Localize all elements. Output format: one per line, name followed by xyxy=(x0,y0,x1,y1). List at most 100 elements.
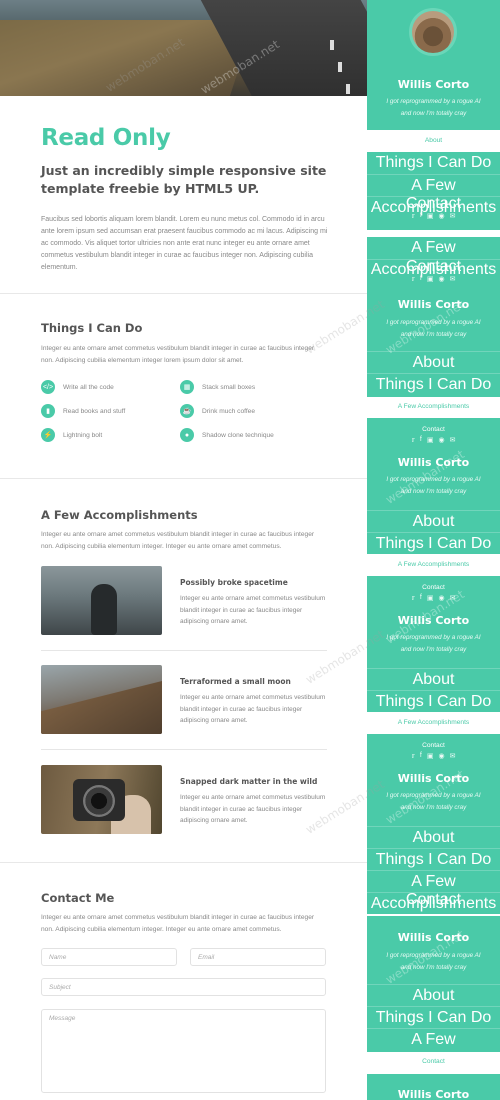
nav-item-things[interactable]: Things I Can Do xyxy=(367,152,500,174)
twitter-icon[interactable]: 𝕣 xyxy=(412,212,415,220)
email-field[interactable] xyxy=(190,948,326,966)
email-icon[interactable]: ✉ xyxy=(450,594,456,602)
nav-item-accomplishments[interactable]: A Few Accomplishments xyxy=(367,1028,500,1050)
instagram-icon[interactable]: ▣ xyxy=(427,436,434,444)
main-content: Read Only Just an incredibly simple resp… xyxy=(0,0,367,1100)
email-icon[interactable]: ✉ xyxy=(450,275,456,283)
intro-section: Read Only Just an incredibly simple resp… xyxy=(41,124,331,274)
nav-item-accomplishments[interactable]: A Few Accomplishments xyxy=(367,403,500,410)
nav-item-things[interactable]: Things I Can Do xyxy=(367,532,500,554)
nav-item-about[interactable]: About xyxy=(367,130,500,152)
nav-item-things[interactable]: Things I Can Do xyxy=(367,848,500,870)
page-title: Read Only xyxy=(41,125,171,151)
list-item: Possibly broke spacetime Integer eu ante… xyxy=(41,566,327,636)
sidebar-nav: Things I Can Do A Few Accomplishments Co… xyxy=(367,152,500,230)
code-icon: </> xyxy=(41,380,55,394)
social-icons: 𝕣 f ▣ ◉ ✉ xyxy=(367,752,500,760)
nav-item-contact[interactable]: Contact xyxy=(367,259,500,275)
contact-title: Contact Me xyxy=(41,891,115,905)
facebook-icon[interactable]: f xyxy=(420,436,422,444)
facebook-icon[interactable]: f xyxy=(420,752,422,760)
accomplishment-title: Terraformed a small moon xyxy=(180,677,291,686)
nav-item-about[interactable]: About xyxy=(367,826,500,848)
sidebar-panel: A Few Accomplishments Contact 𝕣 f ▣ ◉ ✉ … xyxy=(367,237,500,397)
nav-item-accomplishments[interactable]: A Few Accomplishments xyxy=(367,237,500,278)
skill-label: Shadow clone technique xyxy=(202,431,274,439)
profile-tagline: I got reprogrammed by a rogue AI and now… xyxy=(386,792,481,811)
nav-item-about[interactable]: About xyxy=(367,351,500,373)
message-field[interactable] xyxy=(41,1009,326,1093)
subject-field[interactable] xyxy=(41,978,326,996)
profile-tagline: I got reprogrammed by a rogue AI and now… xyxy=(386,319,481,338)
nav-item-accomplishments[interactable]: A Few Accomplishments xyxy=(367,719,500,726)
instagram-icon[interactable]: ▣ xyxy=(427,212,434,220)
nav-item-about[interactable]: About xyxy=(367,668,500,690)
nav-item-contact[interactable]: Contact xyxy=(367,584,500,591)
item-divider xyxy=(41,749,327,750)
list-item: ☕ Drink much coffee xyxy=(180,404,255,418)
nav-item-about[interactable]: About xyxy=(367,510,500,532)
profile-name: Willis Corto xyxy=(397,298,470,311)
profile-name: Willis Corto xyxy=(397,1088,470,1100)
instagram-icon[interactable]: ▣ xyxy=(427,594,434,602)
github-icon[interactable]: ◉ xyxy=(438,275,444,283)
skill-label: Stack small boxes xyxy=(202,383,256,391)
profile-name: Willis Corto xyxy=(397,456,470,469)
item-divider xyxy=(41,650,327,651)
twitter-icon[interactable]: 𝕣 xyxy=(412,275,415,283)
nav-item-contact[interactable]: Contact xyxy=(367,1058,500,1065)
nav-item-contact[interactable]: Contact xyxy=(367,196,500,212)
nav-item-contact[interactable]: Contact xyxy=(367,742,500,749)
facebook-icon[interactable]: f xyxy=(420,594,422,602)
email-icon[interactable]: ✉ xyxy=(450,752,456,760)
github-icon[interactable]: ◉ xyxy=(438,436,444,444)
social-icons: 𝕣 f ▣ ◉ ✉ xyxy=(367,275,500,283)
nav-item-about[interactable]: About xyxy=(367,984,500,1006)
email-icon[interactable]: ✉ xyxy=(450,436,456,444)
coffee-icon: ☕ xyxy=(180,404,194,418)
intro-text: Faucibus sed lobortis aliquam lorem blan… xyxy=(41,216,328,271)
github-icon[interactable]: ◉ xyxy=(438,212,444,220)
accomplishment-image xyxy=(41,665,162,734)
sidebar-header: Willis Corto I got reprogrammed by a rog… xyxy=(367,0,500,130)
profile-tagline: I got reprogrammed by a rogue AI and now… xyxy=(386,952,481,971)
nav-item-accomplishments[interactable]: A Few Accomplishments xyxy=(367,561,500,568)
sidebar-panel: Contact 𝕣 f ▣ ◉ ✉ Willis Corto I got rep… xyxy=(367,418,500,554)
accomplishments-text: Integer eu ante ornare amet commetus ves… xyxy=(41,531,315,550)
users-icon: ● xyxy=(180,428,194,442)
nav-item-things[interactable]: Things I Can Do xyxy=(367,690,500,712)
nav-item-accomplishments[interactable]: A Few Accomplishments xyxy=(367,174,500,216)
accomplishment-image xyxy=(41,566,162,635)
twitter-icon[interactable]: 𝕣 xyxy=(412,594,415,602)
cubes-icon: ▦ xyxy=(180,380,194,394)
email-icon[interactable]: ✉ xyxy=(450,212,456,220)
skills-text: Integer eu ante ornare amet commetus ves… xyxy=(41,345,315,364)
skill-label: Drink much coffee xyxy=(202,407,256,415)
facebook-icon[interactable]: f xyxy=(420,275,422,283)
facebook-icon[interactable]: f xyxy=(420,212,422,220)
profile-tagline: I got reprogrammed by a rogue AI and now… xyxy=(386,98,481,117)
nav-item-contact[interactable]: Contact xyxy=(367,426,500,433)
section-divider xyxy=(0,478,367,479)
instagram-icon[interactable]: ▣ xyxy=(427,275,434,283)
twitter-icon[interactable]: 𝕣 xyxy=(412,752,415,760)
sidebar-panel: Willis Corto xyxy=(367,1074,500,1100)
twitter-icon[interactable]: 𝕣 xyxy=(412,436,415,444)
github-icon[interactable]: ◉ xyxy=(438,594,444,602)
social-icons: 𝕣 f ▣ ◉ ✉ xyxy=(367,212,500,220)
name-field[interactable] xyxy=(41,948,177,966)
instagram-icon[interactable]: ▣ xyxy=(427,752,434,760)
github-icon[interactable]: ◉ xyxy=(438,752,444,760)
nav-item-things[interactable]: Things I Can Do xyxy=(367,1006,500,1028)
profile-tagline: I got reprogrammed by a rogue AI and now… xyxy=(386,476,481,495)
social-icons: 𝕣 f ▣ ◉ ✉ xyxy=(367,594,500,602)
accomplishment-text: Integer eu ante ornare amet commetus ves… xyxy=(180,694,326,724)
skill-label: Lightning bolt xyxy=(63,431,103,439)
nav-item-accomplishments[interactable]: A Few Accomplishments xyxy=(367,870,500,912)
nav-item-contact[interactable]: Contact xyxy=(367,892,500,908)
list-item: Snapped dark matter in the wild Integer … xyxy=(41,765,327,835)
nav-item-things[interactable]: Things I Can Do xyxy=(367,373,500,395)
skill-label: Read books and stuff xyxy=(63,407,126,415)
accomplishment-image xyxy=(41,765,162,834)
page-subtitle: Just an incredibly simple responsive sit… xyxy=(41,163,327,196)
